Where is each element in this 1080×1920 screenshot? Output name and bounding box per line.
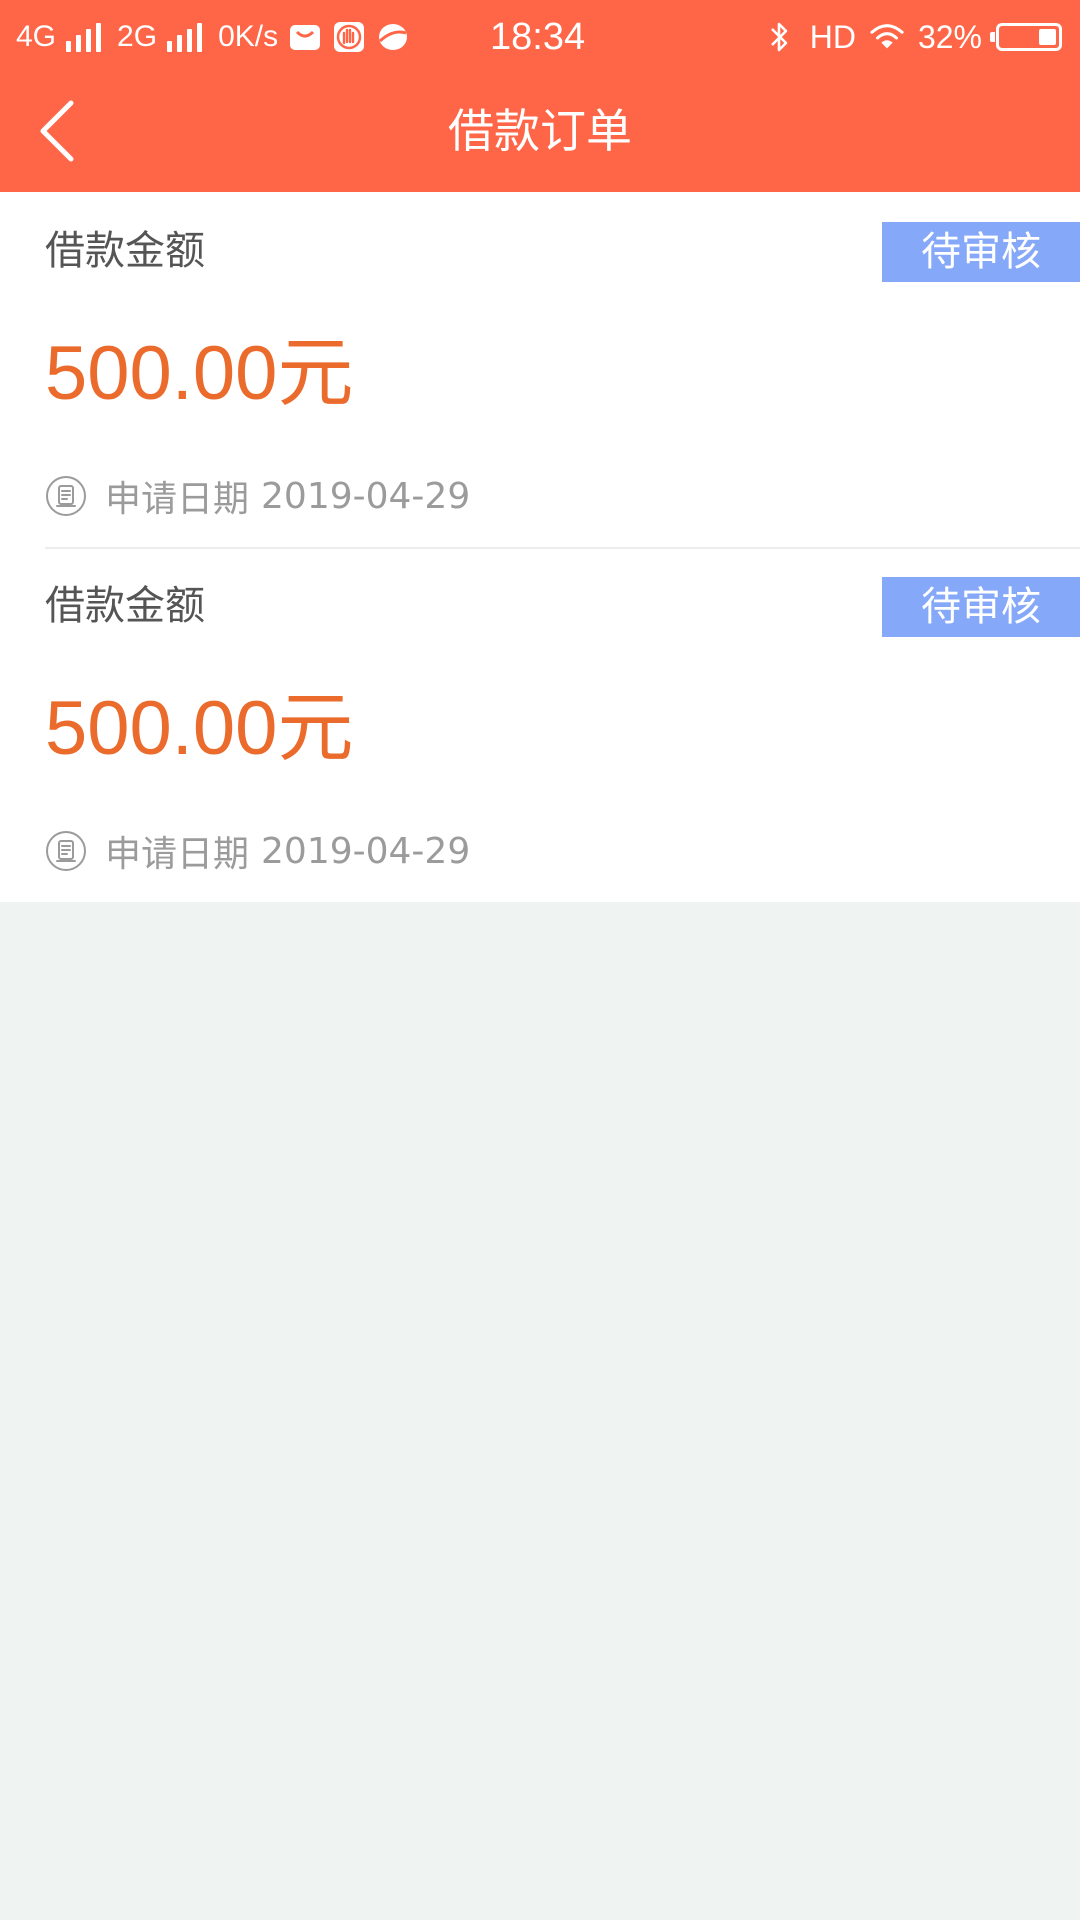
apply-date-row: 申请日期 2019-04-29 [45, 827, 470, 875]
status-time: 18:34 [490, 16, 586, 58]
status-badge: 待审核 [882, 222, 1080, 282]
document-icon [45, 830, 87, 872]
navigation-bar: 借款订单 [0, 74, 1080, 192]
date-label: 申请日期 [105, 479, 250, 520]
status-right: HD 32% [762, 14, 1062, 60]
signal-strength-icon-2 [167, 22, 203, 52]
battery-icon [990, 23, 1062, 51]
browser-icon [376, 20, 410, 54]
status-left: 4G 2G 0K/s [16, 16, 410, 58]
bluetooth-icon [762, 20, 796, 54]
date-value: 2019-04-29 [261, 830, 471, 872]
document-icon [45, 475, 87, 517]
hand-icon [332, 20, 366, 54]
date-value: 2019-04-29 [261, 475, 471, 517]
signal-strength-icon [66, 22, 102, 52]
message-icon [288, 20, 322, 54]
network-type-1: 4G [16, 20, 57, 53]
order-list: 借款金额 待审核 500.00元 申请日期 2019-04-29 借款金额 待审… [0, 192, 1080, 902]
order-card[interactable]: 借款金额 待审核 500.00元 申请日期 2019-04-29 [0, 192, 1080, 547]
status-bar: 4G 2G 0K/s 18:34 HD 32% [0, 0, 1080, 74]
hd-indicator: HD [809, 18, 856, 55]
network-type-2: 2G [117, 20, 158, 53]
date-label: 申请日期 [105, 834, 250, 875]
apply-date-row: 申请日期 2019-04-29 [45, 472, 470, 520]
network-speed: 0K/s [218, 20, 279, 53]
wifi-icon [870, 20, 904, 54]
order-card[interactable]: 借款金额 待审核 500.00元 申请日期 2019-04-29 [0, 547, 1080, 902]
battery-fill [1038, 29, 1056, 45]
amount-label: 借款金额 [45, 583, 205, 629]
loan-amount: 500.00元 [45, 331, 354, 416]
status-badge: 待审核 [882, 577, 1080, 637]
loan-amount: 500.00元 [45, 686, 354, 771]
page-title: 借款订单 [448, 104, 632, 158]
battery-percent: 32% [917, 18, 982, 55]
amount-label: 借款金额 [45, 228, 205, 274]
